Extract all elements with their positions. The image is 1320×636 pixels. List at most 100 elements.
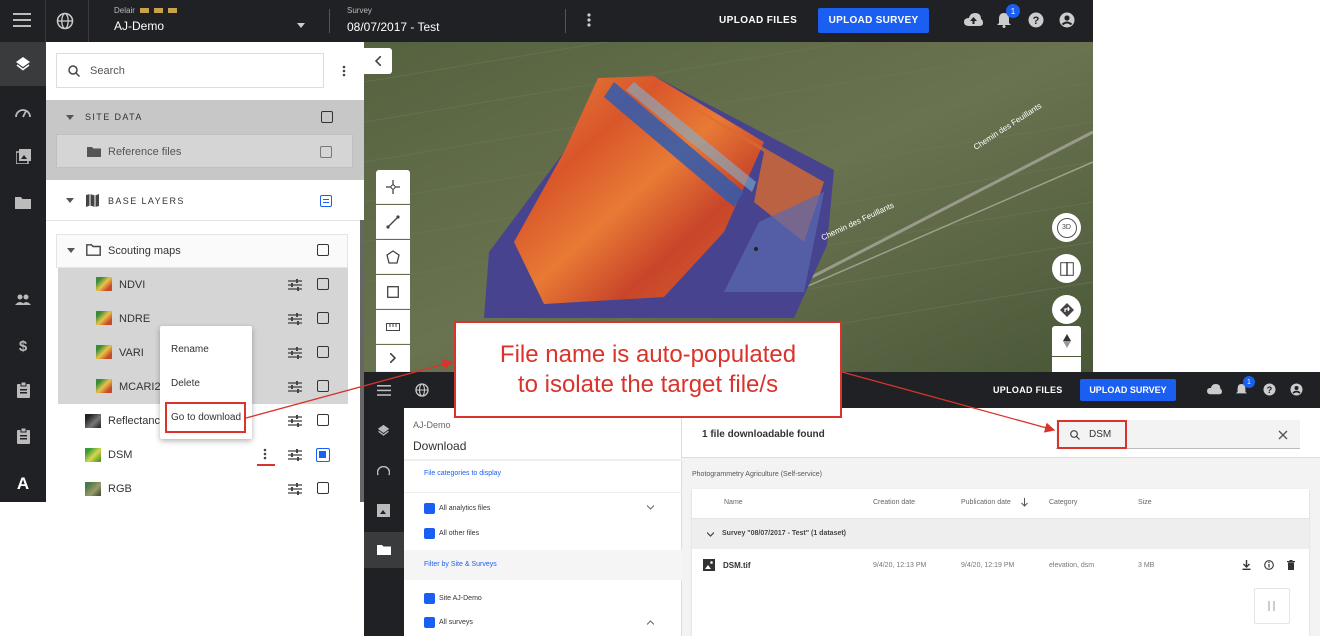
- line-tool-icon[interactable]: [376, 205, 410, 239]
- upload-survey-button[interactable]: UPLOAD SURVEY: [818, 8, 929, 33]
- drone-icons: [140, 7, 182, 14]
- help-icon[interactable]: ?: [1028, 12, 1044, 28]
- 3d-view-button[interactable]: 3D: [1052, 213, 1081, 242]
- layer-checkbox[interactable]: [317, 380, 329, 392]
- point-tool-icon[interactable]: [376, 170, 410, 204]
- delete-icon[interactable]: [1287, 560, 1295, 570]
- tune-icon[interactable]: [288, 415, 302, 427]
- tune-icon[interactable]: [288, 449, 302, 461]
- base-layers-checkbox-partial[interactable]: [320, 195, 332, 207]
- layers-nav-icon[interactable]: [0, 42, 46, 86]
- chevron-up-icon[interactable]: [647, 620, 654, 625]
- people-icon[interactable]: [0, 278, 46, 322]
- collapse-panel-button[interactable]: [364, 48, 392, 74]
- globe-icon[interactable]: [415, 383, 429, 397]
- ndre-thumbnail-icon: [96, 311, 112, 325]
- scouting-maps-checkbox[interactable]: [317, 244, 329, 256]
- directions-icon[interactable]: [1052, 295, 1081, 324]
- all-analytics-checkbox[interactable]: [424, 503, 435, 514]
- rename-menu-item[interactable]: Rename: [171, 344, 209, 355]
- hamburger-menu-icon[interactable]: [13, 13, 31, 27]
- callout-line: to isolate the target file/s: [517, 370, 779, 398]
- column-header[interactable]: Size: [1138, 499, 1152, 506]
- all-other-checkbox[interactable]: [424, 528, 435, 539]
- project-selector[interactable]: AJ-Demo: [114, 19, 164, 33]
- 3d-label: 3D: [1056, 217, 1077, 238]
- all-surveys-checkbox[interactable]: [424, 617, 435, 628]
- project-label: AJ-Demo: [413, 420, 451, 430]
- tune-icon[interactable]: [288, 381, 302, 393]
- more-vert-icon[interactable]: [342, 65, 346, 77]
- layer-checkbox[interactable]: [317, 414, 329, 426]
- help-icon[interactable]: ?: [1263, 383, 1276, 396]
- clipboard-icon[interactable]: [0, 368, 46, 412]
- reference-files-checkbox[interactable]: [320, 146, 332, 158]
- caret-down-icon[interactable]: [67, 248, 75, 253]
- compare-icon[interactable]: [1052, 254, 1081, 283]
- rectangle-tool-icon[interactable]: [376, 275, 410, 309]
- expand-toolbar-icon[interactable]: [376, 345, 410, 372]
- layers-nav-icon[interactable]: [377, 424, 390, 437]
- column-header[interactable]: Publication date: [961, 499, 1011, 506]
- speedometer-icon[interactable]: [377, 466, 390, 476]
- tune-icon[interactable]: [288, 313, 302, 325]
- folder-icon[interactable]: [0, 180, 46, 224]
- pause-icon[interactable]: [1254, 588, 1290, 624]
- account-icon[interactable]: [1290, 383, 1303, 396]
- cloud-upload-icon[interactable]: [964, 13, 983, 27]
- info-icon[interactable]: [1264, 560, 1274, 570]
- upload-files-button[interactable]: UPLOAD FILES: [993, 385, 1063, 395]
- download-search-input[interactable]: DSM: [1089, 429, 1111, 440]
- close-icon[interactable]: [1278, 430, 1288, 440]
- compass-icon[interactable]: [1052, 326, 1081, 356]
- clipboard-icon[interactable]: [0, 414, 46, 458]
- search-icon: [68, 65, 80, 77]
- go-to-download-menu-item[interactable]: Go to download: [171, 412, 241, 423]
- dsm-checkbox-checked[interactable]: [316, 448, 330, 462]
- layer-checkbox[interactable]: [317, 312, 329, 324]
- polygon-tool-icon[interactable]: [376, 240, 410, 274]
- globe-icon[interactable]: [56, 12, 74, 30]
- search-input[interactable]: Search: [90, 65, 125, 77]
- layer-checkbox[interactable]: [317, 346, 329, 358]
- gallery-icon[interactable]: [377, 504, 390, 517]
- layer-label: MCARI2: [119, 381, 161, 393]
- dsm-more-vert-icon[interactable]: [263, 448, 267, 460]
- hamburger-menu-icon[interactable]: [377, 385, 391, 396]
- folder-nav-active[interactable]: [364, 532, 404, 568]
- search-box[interactable]: Search: [56, 53, 324, 88]
- dollar-icon[interactable]: $: [0, 324, 46, 368]
- chevron-down-icon[interactable]: [297, 23, 305, 28]
- speedometer-icon[interactable]: [0, 90, 46, 134]
- tune-icon[interactable]: [288, 279, 302, 291]
- gallery-icon[interactable]: [0, 134, 46, 178]
- tune-icon[interactable]: [288, 483, 302, 495]
- column-header[interactable]: Name: [724, 499, 743, 506]
- layer-checkbox[interactable]: [317, 482, 329, 494]
- annotation-callout: File name is auto-populated to isolate t…: [454, 321, 842, 418]
- base-layers-heading: BASE LAYERS: [108, 196, 185, 206]
- download-icon[interactable]: [1242, 560, 1251, 570]
- ruler-tool-icon[interactable]: [376, 310, 410, 344]
- caret-down-icon[interactable]: [66, 115, 74, 120]
- cloud-upload-icon[interactable]: [1207, 384, 1222, 395]
- account-icon[interactable]: [1059, 12, 1075, 28]
- chevron-down-icon[interactable]: [707, 532, 714, 537]
- survey-group-label: Survey "08/07/2017 - Test" (1 dataset): [722, 530, 847, 537]
- site-data-checkbox[interactable]: [321, 111, 333, 123]
- layer-label: NDVI: [119, 279, 146, 291]
- column-header[interactable]: Category: [1049, 499, 1077, 506]
- chevron-down-icon[interactable]: [647, 505, 654, 510]
- upload-survey-button[interactable]: UPLOAD SURVEY: [1080, 379, 1176, 401]
- delete-menu-item[interactable]: Delete: [171, 378, 200, 389]
- site-checkbox[interactable]: [424, 593, 435, 604]
- zoom-extent-icon[interactable]: [1052, 357, 1081, 372]
- survey-label: Survey: [347, 6, 372, 15]
- column-header[interactable]: Creation date: [873, 499, 915, 506]
- caret-down-icon[interactable]: [66, 198, 74, 203]
- survey-selector[interactable]: 08/07/2017 - Test: [347, 20, 440, 34]
- more-vert-icon[interactable]: [587, 13, 591, 27]
- tune-icon[interactable]: [288, 347, 302, 359]
- layer-checkbox[interactable]: [317, 278, 329, 290]
- upload-files-button[interactable]: UPLOAD FILES: [719, 15, 797, 26]
